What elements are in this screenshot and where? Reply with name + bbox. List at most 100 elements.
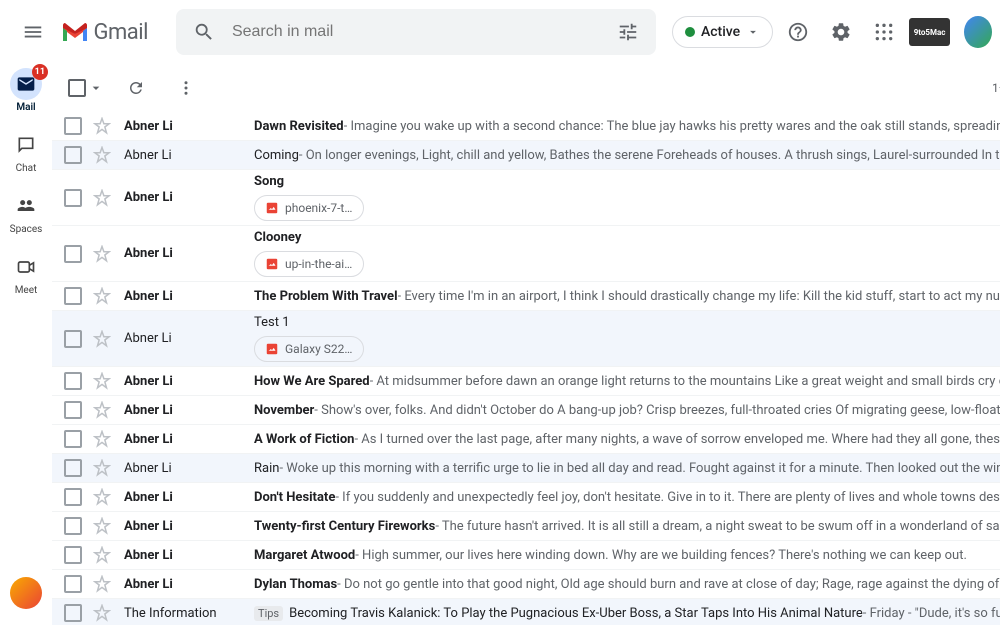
row-checkbox[interactable] <box>64 372 82 390</box>
refresh-button[interactable] <box>116 68 156 108</box>
email-subject: How We Are Spared <box>254 374 370 389</box>
email-row[interactable]: Abner Li Don't Hesitate - If you suddenl… <box>52 483 1000 512</box>
star-button[interactable] <box>92 487 112 507</box>
account-avatar[interactable] <box>964 16 992 48</box>
nav-label: Spaces <box>10 224 43 235</box>
star-button[interactable] <box>92 545 112 565</box>
email-row[interactable]: Abner Li Dylan Thomas - Do not go gentle… <box>52 570 1000 599</box>
nav-chat[interactable]: Chat <box>0 129 52 174</box>
row-checkbox[interactable] <box>64 245 82 263</box>
email-row[interactable]: Abner Li Twenty-first Century Fireworks … <box>52 512 1000 541</box>
star-button[interactable] <box>92 329 112 349</box>
gear-icon <box>830 21 852 43</box>
email-subject: Dawn Revisited <box>254 119 344 134</box>
star-button[interactable] <box>92 603 112 623</box>
row-checkbox[interactable] <box>64 488 82 506</box>
email-subject: Coming <box>254 148 299 163</box>
star-button[interactable] <box>92 400 112 420</box>
status-dot-icon <box>685 27 695 37</box>
row-checkbox[interactable] <box>64 189 82 207</box>
email-row[interactable]: Abner Li The Problem With Travel - Every… <box>52 282 1000 311</box>
sender-name: Abner Li <box>124 403 254 418</box>
sender-name: Abner Li <box>124 190 254 205</box>
nav-meet[interactable]: Meet <box>0 251 52 296</box>
sender-name: Abner Li <box>124 119 254 134</box>
secondary-avatar[interactable] <box>10 577 42 609</box>
settings-button[interactable] <box>824 12 859 52</box>
email-row[interactable]: Abner Li Dawn Revisited - Imagine you wa… <box>52 112 1000 141</box>
attachment-chip[interactable]: up-in-the-air.png <box>254 251 364 277</box>
email-row[interactable]: Abner Li Clooney up-in-the-air.png 2:01 … <box>52 226 1000 282</box>
star-button[interactable] <box>92 429 112 449</box>
nav-label: Chat <box>16 163 37 174</box>
star-button[interactable] <box>92 116 112 136</box>
row-checkbox[interactable] <box>64 146 82 164</box>
star-button[interactable] <box>92 371 112 391</box>
nav-mail[interactable]: 11 Mail <box>0 68 52 113</box>
main-pane: 1–72 of 72 Abner Li Dawn Revisited - Ima… <box>52 64 1000 625</box>
pagination-info: 1–72 of 72 <box>992 81 1000 95</box>
email-row[interactable]: Abner Li A Work of Fiction - As I turned… <box>52 425 1000 454</box>
nav-label: Mail <box>16 102 35 113</box>
brand-logo[interactable]: 9to5Mac <box>909 18 950 46</box>
row-checkbox[interactable] <box>64 330 82 348</box>
email-snippet: - Imagine you wake up with a second chan… <box>344 119 1000 134</box>
search-filter-button[interactable] <box>608 12 648 52</box>
search-input[interactable] <box>232 23 600 41</box>
sender-name: Abner Li <box>124 331 254 346</box>
email-snippet: - Every time I'm in an airport, I think … <box>398 289 1000 304</box>
star-button[interactable] <box>92 516 112 536</box>
star-button[interactable] <box>92 286 112 306</box>
main-menu-button[interactable] <box>12 8 53 56</box>
star-button[interactable] <box>92 244 112 264</box>
help-button[interactable] <box>781 12 816 52</box>
email-row[interactable]: The Information Tips Becoming Travis Kal… <box>52 599 1000 625</box>
email-snippet: - As I turned over the last page, after … <box>354 432 1000 447</box>
email-snippet: - Woke up this morning with a terrific u… <box>279 461 1000 476</box>
gmail-logo[interactable]: Gmail <box>61 20 147 45</box>
email-row[interactable]: Abner Li How We Are Spared - At midsumme… <box>52 367 1000 396</box>
row-checkbox[interactable] <box>64 287 82 305</box>
apps-button[interactable] <box>866 12 901 52</box>
select-all[interactable] <box>68 78 106 98</box>
chat-icon <box>16 135 36 155</box>
email-row[interactable]: Abner Li November - Show's over, folks. … <box>52 396 1000 425</box>
status-chip[interactable]: Active <box>672 16 773 48</box>
sender-name: Abner Li <box>124 490 254 505</box>
checkbox-icon[interactable] <box>68 79 86 97</box>
row-checkbox[interactable] <box>64 401 82 419</box>
star-button[interactable] <box>92 458 112 478</box>
select-dropdown[interactable] <box>86 78 106 98</box>
attachment-name: up-in-the-air.png <box>285 257 353 271</box>
email-row[interactable]: Abner Li Test 1 Galaxy S22 Goo... 2:00 P… <box>52 311 1000 367</box>
email-row[interactable]: Abner Li Song phoenix-7-tease... 2:01 PM <box>52 170 1000 226</box>
email-snippet: - Show's over, folks. And didn't October… <box>314 403 1000 418</box>
nav-spaces[interactable]: Spaces <box>0 190 52 235</box>
more-button[interactable] <box>166 68 206 108</box>
row-checkbox[interactable] <box>64 517 82 535</box>
email-subject: Margaret Atwood <box>254 548 355 563</box>
row-checkbox[interactable] <box>64 546 82 564</box>
email-list[interactable]: Abner Li Dawn Revisited - Imagine you wa… <box>52 112 1000 625</box>
nav-rail: 11 Mail Chat Spaces Meet <box>0 64 52 625</box>
sender-name: Abner Li <box>124 148 254 163</box>
attachment-chip[interactable]: Galaxy S22 Goo... <box>254 336 364 362</box>
row-checkbox[interactable] <box>64 459 82 477</box>
email-row[interactable]: Abner Li Rain - Woke up this morning wit… <box>52 454 1000 483</box>
gmail-icon <box>61 21 89 43</box>
email-subject: Dylan Thomas <box>254 577 337 592</box>
row-checkbox[interactable] <box>64 575 82 593</box>
search-bar[interactable] <box>176 9 656 55</box>
star-button[interactable] <box>92 145 112 165</box>
row-checkbox[interactable] <box>64 117 82 135</box>
email-row[interactable]: Abner Li Margaret Atwood - High summer, … <box>52 541 1000 570</box>
email-row[interactable]: Abner Li Coming - On longer evenings, Li… <box>52 141 1000 170</box>
row-checkbox[interactable] <box>64 604 82 622</box>
attachment-chip[interactable]: phoenix-7-tease... <box>254 195 364 221</box>
more-vert-icon <box>177 79 195 97</box>
row-checkbox[interactable] <box>64 430 82 448</box>
star-button[interactable] <box>92 574 112 594</box>
search-button[interactable] <box>184 12 224 52</box>
sender-name: Abner Li <box>124 461 254 476</box>
star-button[interactable] <box>92 188 112 208</box>
